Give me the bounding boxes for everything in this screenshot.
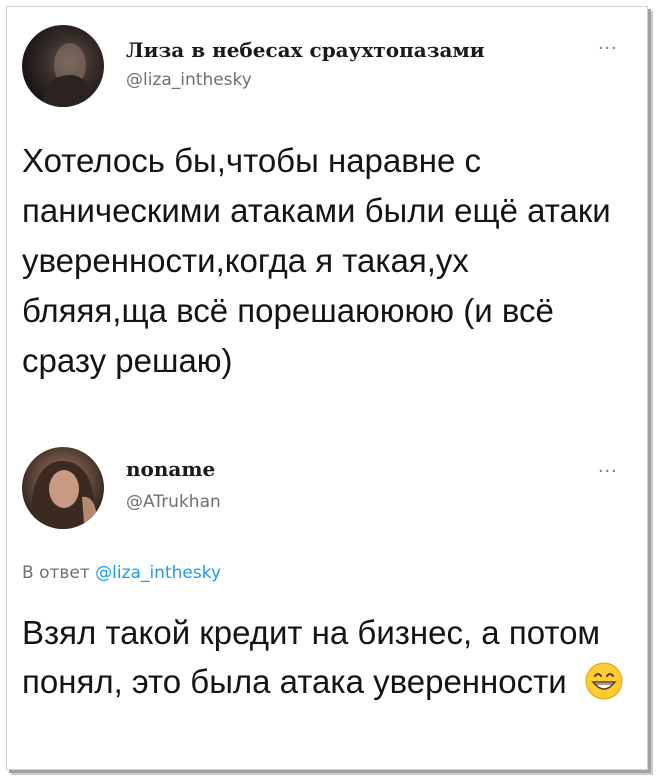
reply-context: В ответ @liza_inthesky — [22, 563, 221, 583]
tweet-text: Хотелось бы,чтобы наравне с паническими … — [22, 142, 611, 379]
avatar-photo — [42, 43, 94, 107]
tweet-text: Взял такой кредит на бизнес, а потом пон… — [22, 614, 601, 700]
avatar[interactable] — [22, 447, 104, 529]
author-handle[interactable]: @liza_inthesky — [126, 70, 252, 90]
grinning-face-emoji — [585, 662, 623, 700]
avatar-photo — [31, 461, 97, 529]
avatar[interactable] — [22, 25, 104, 107]
more-options-icon[interactable]: ... — [598, 32, 618, 55]
tweet-text-container: Взял такой кредит на бизнес, а потом пон… — [22, 608, 632, 706]
author-name[interactable]: noname — [126, 457, 215, 481]
reply-prefix: В ответ — [22, 563, 90, 583]
more-options-icon[interactable]: ... — [598, 455, 618, 478]
reply-mention-link[interactable]: @liza_inthesky — [95, 563, 221, 583]
author-name[interactable]: Лиза в небесах сраухтопазами — [126, 38, 485, 62]
author-handle[interactable]: @ATrukhan — [126, 492, 221, 512]
